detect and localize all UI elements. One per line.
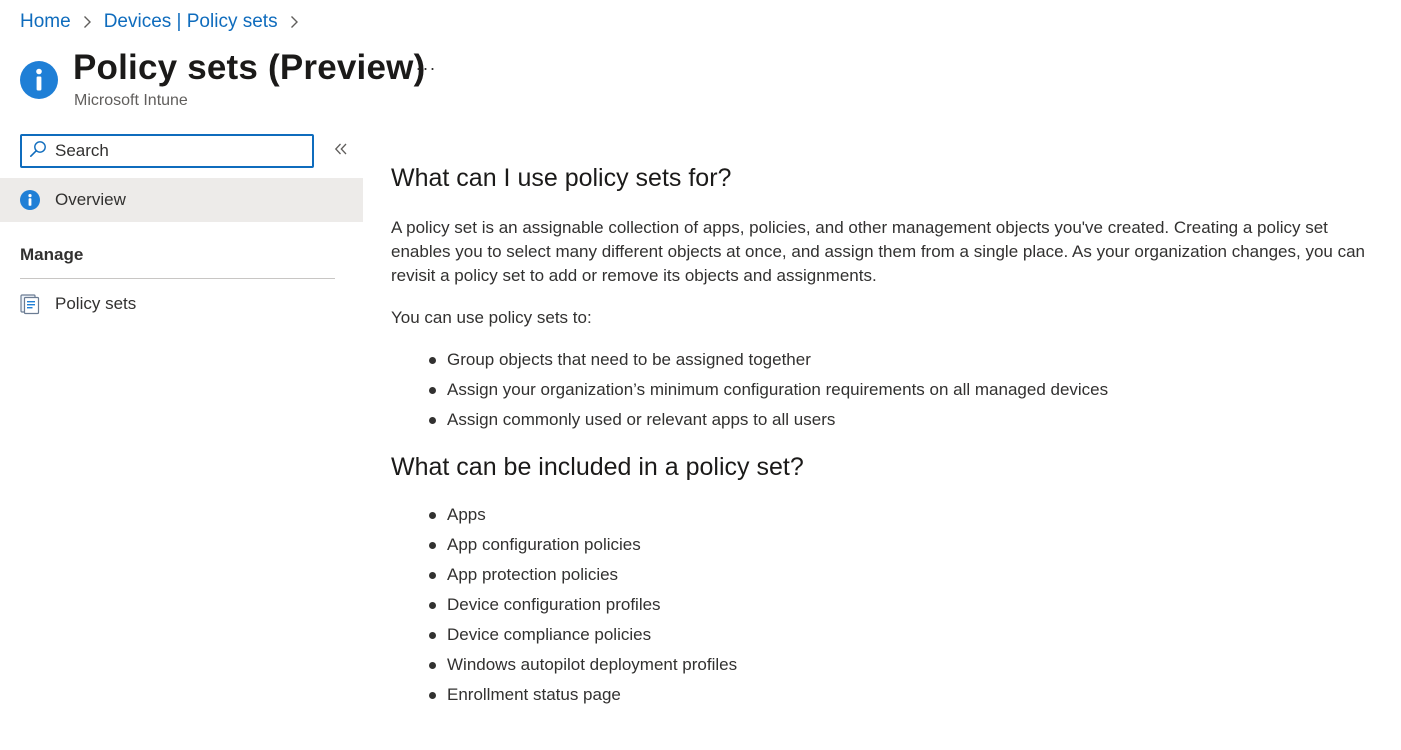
search-box[interactable] [20, 134, 314, 168]
list-item: Device configuration profiles [427, 593, 1381, 617]
policy-sets-icon [20, 293, 40, 315]
page-title: Policy sets (Preview) [73, 48, 426, 87]
list-item: Assign your organization’s minimum confi… [427, 378, 1381, 402]
sidebar-item-label: Overview [55, 190, 126, 209]
chevron-double-left-icon [334, 142, 348, 161]
breadcrumb: Home Devices | Policy sets [20, 8, 311, 36]
list-item: Apps [427, 503, 1381, 527]
breadcrumb-home-link[interactable]: Home [20, 11, 71, 33]
info-icon [20, 61, 58, 99]
breadcrumb-devices-link[interactable]: Devices | Policy sets [104, 11, 278, 33]
list-item: Windows autopilot deployment profiles [427, 653, 1381, 677]
search-icon [29, 140, 47, 163]
list-item: Device compliance policies [427, 623, 1381, 647]
uses-list: Group objects that need to be assigned t… [427, 348, 1381, 432]
included-list: Apps App configuration policies App prot… [427, 503, 1381, 707]
section-heading-uses: What can I use policy sets for? [391, 164, 732, 192]
list-item: Enrollment status page [427, 683, 1381, 707]
section-heading-manage: Manage [20, 245, 84, 264]
more-options-button[interactable]: ··· [412, 56, 440, 80]
sidebar-item-overview[interactable]: Overview [0, 178, 363, 222]
divider [20, 278, 335, 279]
list-item: App protection policies [427, 563, 1381, 587]
section-heading-included: What can be included in a policy set? [391, 453, 804, 481]
chevron-right-icon [290, 15, 299, 29]
collapse-sidebar-button[interactable] [328, 138, 354, 164]
list-item: Group objects that need to be assigned t… [427, 348, 1381, 372]
chevron-right-icon [83, 15, 92, 29]
list-item: Assign commonly used or relevant apps to… [427, 408, 1381, 432]
sidebar-item-label: Policy sets [55, 294, 137, 313]
lead-paragraph: You can use policy sets to: [391, 308, 592, 327]
list-item: App configuration policies [427, 533, 1381, 557]
main-content: What can I use policy sets for? A policy… [391, 160, 1381, 713]
page: Home Devices | Policy sets Policy sets (… [0, 0, 1401, 750]
page-subtitle: Microsoft Intune [74, 92, 188, 109]
intro-paragraph: A policy set is an assignable collection… [391, 218, 1365, 285]
info-icon [20, 190, 40, 210]
search-input[interactable] [55, 141, 295, 161]
sidebar-item-policy-sets[interactable]: Policy sets [0, 282, 363, 326]
